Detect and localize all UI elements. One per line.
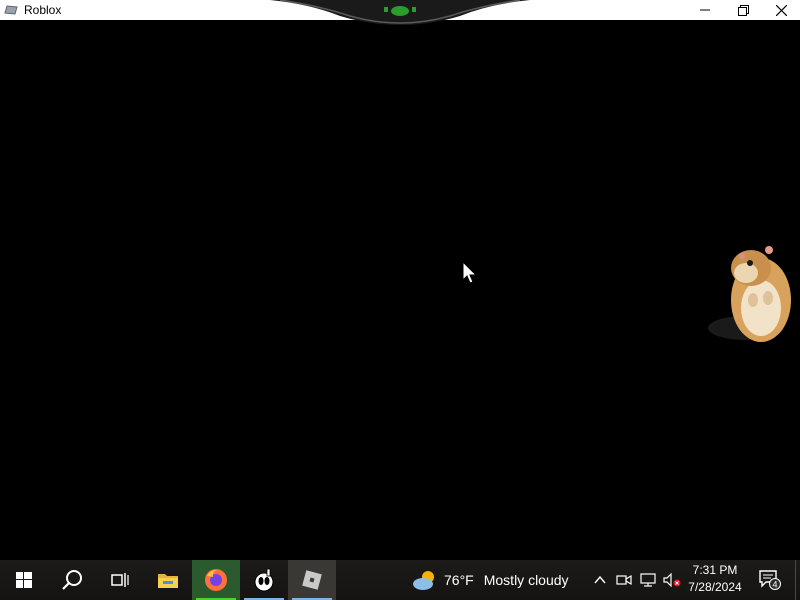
roblox-app-icon (4, 4, 18, 16)
cuphead-icon (254, 568, 274, 592)
partly-cloudy-icon (413, 571, 434, 590)
show-hidden-icons-button[interactable] (588, 560, 612, 600)
search-icon (62, 570, 82, 590)
weather-condition: Mostly cloudy (483, 572, 569, 588)
hamster-character (708, 246, 791, 342)
system-tray (588, 560, 684, 600)
search-button[interactable] (48, 560, 96, 600)
chevron-up-icon (594, 576, 606, 584)
cuphead-button[interactable] (240, 560, 288, 600)
weather-temperature: 76°F (444, 572, 474, 588)
top-overlay-notch (270, 0, 530, 30)
close-icon (775, 4, 787, 16)
network-icon (640, 573, 656, 587)
minimize-button[interactable] (686, 0, 724, 20)
meet-now-button[interactable] (612, 560, 636, 600)
clock-date: 7/28/2024 (688, 580, 742, 594)
file-explorer-button[interactable] (144, 560, 192, 600)
task-view-button[interactable] (96, 560, 144, 600)
firefox-icon (205, 569, 227, 591)
firefox-button[interactable] (192, 560, 240, 600)
notifications-icon: 4 (759, 570, 781, 590)
maximize-button[interactable] (724, 0, 762, 20)
weather-widget[interactable]: 76°F Mostly cloudy (412, 560, 569, 600)
network-button[interactable] (636, 560, 660, 600)
restore-icon (737, 4, 749, 16)
minimize-icon (700, 9, 710, 11)
task-view-icon (111, 573, 129, 587)
clock-time: 7:31 PM (692, 563, 738, 577)
taskbar-clock[interactable]: 7:31 PM 7/28/2024 (682, 562, 748, 596)
file-explorer-icon (158, 574, 178, 588)
mouse-cursor-icon (462, 261, 478, 284)
start-button[interactable] (0, 560, 48, 600)
close-button[interactable] (762, 0, 800, 20)
notification-count: 4 (772, 580, 777, 590)
volume-muted-icon (663, 573, 681, 587)
show-desktop-button[interactable] (795, 560, 800, 600)
action-center-button[interactable]: 4 (752, 560, 788, 600)
window-title: Roblox (24, 3, 62, 17)
meet-now-icon (616, 574, 632, 586)
game-viewport[interactable] (0, 20, 800, 560)
roblox-icon (302, 570, 322, 590)
windows-start-icon (16, 572, 32, 588)
roblox-button[interactable] (288, 560, 336, 600)
volume-button[interactable] (660, 560, 684, 600)
